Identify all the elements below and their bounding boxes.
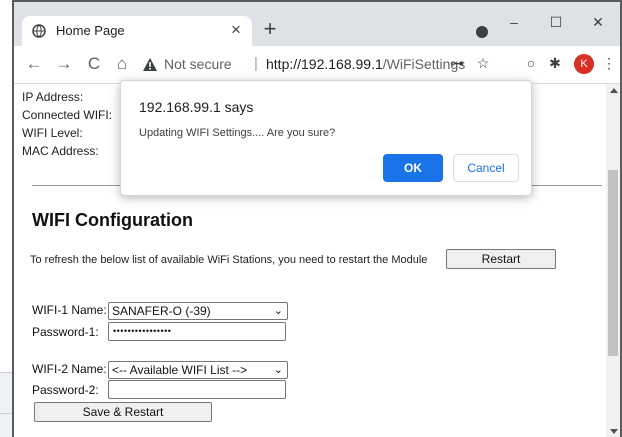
back-button[interactable]: ←	[22, 52, 46, 76]
scroll-down-arrow-icon[interactable]	[610, 429, 618, 434]
restart-hint-text: To refresh the below list of available W…	[30, 254, 428, 266]
home-button[interactable]: ⌂	[110, 52, 134, 76]
wifi2-selected-value: <-- Available WIFI List -->	[112, 363, 248, 377]
forward-button[interactable]: →	[52, 52, 76, 76]
globe-icon	[32, 24, 46, 38]
reload-button[interactable]: C	[82, 52, 106, 76]
minimize-button[interactable]: –	[496, 10, 532, 34]
background-window-divider	[0, 413, 12, 414]
maximize-button[interactable]: ☐	[538, 10, 574, 34]
wifi2-name-label: WIFI-2 Name:	[32, 362, 107, 376]
wifi1-name-label: WIFI-1 Name:	[32, 303, 107, 317]
screen: Home Page × + – ☐ ✕ ← → C ⌂ Not secure |	[0, 0, 622, 437]
wifi-config-title: WIFI Configuration	[32, 210, 193, 230]
tab-title: Home Page	[56, 23, 125, 38]
scroll-up-arrow-icon[interactable]	[610, 88, 618, 93]
extension-circle-icon[interactable]: ○	[520, 52, 542, 74]
tab-home-page[interactable]: Home Page ×	[22, 16, 252, 46]
new-tab-button[interactable]: +	[258, 18, 282, 42]
chevron-down-icon: ⌄	[273, 305, 283, 317]
menu-dots-icon[interactable]: ⋮	[598, 52, 620, 74]
browser-toolbar: ← → C ⌂ Not secure | http://192.168.99.1…	[14, 46, 620, 84]
dialog-title: 192.168.99.1 says	[139, 99, 254, 115]
connected-wifi-label: Connected WIFI:	[22, 108, 113, 122]
close-window-button[interactable]: ✕	[580, 10, 616, 34]
warning-icon	[143, 58, 157, 71]
cancel-button[interactable]: Cancel	[453, 154, 519, 182]
address-separator: |	[254, 55, 258, 72]
url-host: http://192.168.99.1	[266, 56, 383, 72]
ip-address-label: IP Address:	[22, 90, 84, 104]
bookmark-star-icon[interactable]: ☆	[472, 52, 494, 74]
scrollbar-thumb[interactable]	[608, 170, 618, 356]
password1-input[interactable]: ••••••••••••••••	[108, 322, 286, 341]
wifi1-select[interactable]: SANAFER-O (-39) ⌄	[108, 302, 288, 320]
url-text: http://192.168.99.1/WiFiSettings	[266, 56, 465, 72]
password1-label: Password-1:	[32, 325, 99, 339]
tab-close-icon[interactable]: ×	[226, 20, 246, 40]
alert-dialog: 192.168.99.1 says Updating WIFI Settings…	[120, 80, 532, 196]
not-secure-label: Not secure	[164, 56, 232, 72]
key-icon[interactable]: ⊶	[446, 52, 468, 74]
background-window	[0, 372, 12, 437]
chevron-down-icon: ⌄	[273, 364, 283, 376]
wifi-level-label: WIFI Level:	[22, 126, 83, 140]
password2-input[interactable]	[108, 380, 286, 399]
ok-button[interactable]: OK	[383, 154, 443, 182]
restart-button[interactable]: Restart	[446, 249, 556, 269]
password2-label: Password-2:	[32, 383, 99, 397]
mac-address-label: MAC Address:	[22, 144, 99, 158]
browser-window: Home Page × + – ☐ ✕ ← → C ⌂ Not secure |	[12, 0, 622, 437]
media-indicator-icon[interactable]	[476, 26, 488, 38]
profile-avatar[interactable]: K	[574, 54, 594, 74]
save-restart-button[interactable]: Save & Restart	[34, 402, 212, 422]
address-bar[interactable]: Not secure | http://192.168.99.1/WiFiSet…	[142, 53, 465, 77]
wifi2-select[interactable]: <-- Available WIFI List --> ⌄	[108, 361, 288, 379]
page-scrollbar[interactable]	[606, 84, 620, 437]
extensions-puzzle-icon[interactable]: ✱	[544, 52, 566, 74]
wifi1-selected-value: SANAFER-O (-39)	[112, 304, 211, 318]
tab-strip: Home Page × + – ☐ ✕	[14, 2, 620, 46]
dialog-message: Updating WIFI Settings.... Are you sure?	[139, 127, 336, 139]
